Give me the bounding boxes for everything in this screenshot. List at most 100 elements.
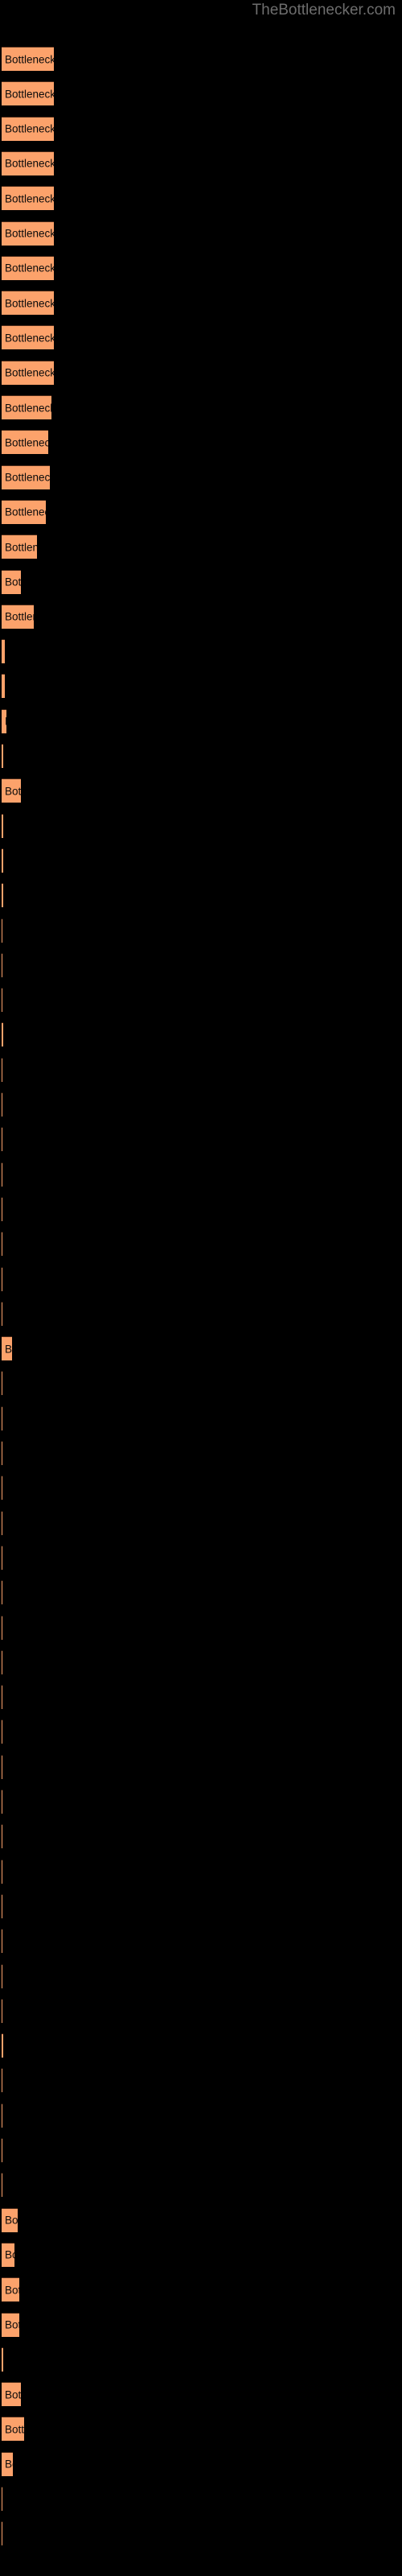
bar: Bottleneck result <box>2 674 5 699</box>
bar: Bottleneck result <box>2 2347 3 2372</box>
bar-row: Bottleneck result <box>0 1092 402 1117</box>
bar-label: Bottleneck result <box>5 716 6 728</box>
bar-label: Bottleneck result <box>5 2318 19 2331</box>
bar-row: Bottleneck result <box>0 1754 402 1780</box>
bar-row: Bottleneck result <box>0 708 402 734</box>
bar-row: Bottleneck result <box>0 778 402 803</box>
bar: Bottleneck result <box>2 535 37 559</box>
bar-row: Bottleneck result <box>0 2417 402 2442</box>
bar-row: Bottleneck result <box>0 1545 402 1571</box>
bar-row: Bottleneck result <box>0 952 402 978</box>
bar-row: Bottleneck result <box>0 848 402 873</box>
bar-row: Bottleneck result <box>0 2347 402 2372</box>
bar-row: Bottleneck result <box>0 325 402 350</box>
bar: Bottleneck result <box>2 813 3 838</box>
bar-row: Bottleneck result <box>0 535 402 559</box>
bar: Bottleneck result <box>2 2207 18 2232</box>
bar-row: Bottleneck result <box>0 499 402 525</box>
bar-row: Bottleneck result <box>0 1859 402 1885</box>
bar: Bottleneck result <box>2 883 3 908</box>
bar-label: Bottleneck result <box>5 2248 14 2261</box>
bar-row: Bottleneck result <box>0 360 402 386</box>
bar-row: Bottleneck result <box>0 116 402 142</box>
bar-row: Bottleneck result <box>0 1301 402 1327</box>
bar: Bottleneck result <box>2 116 54 141</box>
bar-row: Bottleneck result <box>0 1266 402 1292</box>
bar-row: Bottleneck result <box>0 1232 402 1257</box>
bar: Bottleneck result <box>2 325 54 350</box>
bar: Bottleneck result <box>2 708 6 733</box>
bar-label: Bottleneck result <box>5 2214 18 2227</box>
bar-row: Bottleneck result <box>0 2033 402 2058</box>
bar-row: Bottleneck result <box>0 1649 402 1675</box>
bar-row: Bottleneck result <box>0 918 402 943</box>
bar: Bottleneck result <box>2 255 54 280</box>
bar-row: Bottleneck result <box>0 255 402 281</box>
bar-row: Bottleneck result <box>0 1615 402 1641</box>
bar-row: Bottleneck result <box>0 1336 402 1361</box>
bar: Bottleneck result <box>2 778 21 803</box>
bar-row: Bottleneck result <box>0 674 402 699</box>
bar-row: Bottleneck result <box>0 395 402 420</box>
bar-row: Bottleneck result <box>0 464 402 490</box>
bar: Bottleneck result <box>2 604 34 629</box>
bar-row: Bottleneck result <box>0 2487 402 2512</box>
bar-label: Bottleneck result <box>5 88 54 101</box>
bar-row: Bottleneck result <box>0 1022 402 1047</box>
bar: Bottleneck result <box>2 221 54 246</box>
bar-row: Bottleneck result <box>0 1719 402 1744</box>
bar-label: Bottleneck result <box>5 332 54 345</box>
bar-row: Bottleneck result <box>0 151 402 176</box>
bar-row: Bottleneck result <box>0 813 402 839</box>
bar: Bottleneck result <box>2 47 54 71</box>
bar: Bottleneck result <box>2 291 54 316</box>
bar-row: Bottleneck result <box>0 291 402 316</box>
bar: Bottleneck result <box>2 1022 3 1047</box>
bar-row: Bottleneck result <box>0 1824 402 1849</box>
bar: Bottleneck result <box>2 848 3 873</box>
bar-row: Bottleneck result <box>0 988 402 1013</box>
bar-row: Bottleneck result <box>0 1476 402 1501</box>
bar-label: Bottleneck result <box>5 122 54 135</box>
bar: Bottleneck result <box>2 81 54 106</box>
bar-row: Bottleneck result <box>0 2173 402 2198</box>
bar-label: Bottleneck result <box>5 506 46 518</box>
bar-label: Bottleneck result <box>5 541 37 554</box>
bar-row: Bottleneck result <box>0 2382 402 2407</box>
bar-label: Bottleneck result <box>5 366 54 379</box>
bar-row: Bottleneck result <box>0 1196 402 1222</box>
bar: Bottleneck result <box>2 395 51 419</box>
site-watermark: TheBottlenecker.com <box>252 2 396 19</box>
bar-row: Bottleneck result <box>0 186 402 211</box>
bar-row: Bottleneck result <box>0 569 402 595</box>
bar-row: Bottleneck result <box>0 1127 402 1152</box>
bar-row: Bottleneck result <box>0 1510 402 1536</box>
bar-row: Bottleneck result <box>0 1371 402 1396</box>
bar-row: Bottleneck result <box>0 430 402 455</box>
bar-label: Bottleneck result <box>5 297 54 310</box>
bar-row: Bottleneck result <box>0 883 402 908</box>
bar: Bottleneck result <box>2 2277 19 2302</box>
bar: Bottleneck result <box>2 499 46 524</box>
bar: Bottleneck result <box>2 186 54 211</box>
bar-row: Bottleneck result <box>0 1893 402 1919</box>
bar-label: Bottleneck result <box>5 610 34 623</box>
bar: Bottleneck result <box>2 2382 21 2407</box>
bar: Bottleneck result <box>2 360 54 385</box>
bottleneck-results-chart: TheBottlenecker.com Bottleneck result Bot… <box>0 0 402 2576</box>
bar: Bottleneck result <box>2 464 50 489</box>
bar-row: Bottleneck result <box>0 604 402 630</box>
bar: Bottleneck result <box>2 430 48 455</box>
bar-label: Bottleneck result <box>5 436 48 449</box>
bar-label: Bottleneck result <box>5 157 54 170</box>
bar-label: Bottleneck result <box>5 402 51 414</box>
bar-row: Bottleneck result <box>0 1929 402 1954</box>
bar: Bottleneck result <box>2 151 54 175</box>
bar-row: Bottleneck result <box>0 639 402 664</box>
bar-row: Bottleneck result <box>0 1441 402 1466</box>
bar-row: Bottleneck result <box>0 1685 402 1710</box>
bar: Bottleneck result <box>2 2417 24 2442</box>
bar-row: Bottleneck result <box>0 2242 402 2268</box>
bar-label: Bottleneck result <box>5 2458 13 2471</box>
bar-row: Bottleneck result <box>0 2138 402 2163</box>
